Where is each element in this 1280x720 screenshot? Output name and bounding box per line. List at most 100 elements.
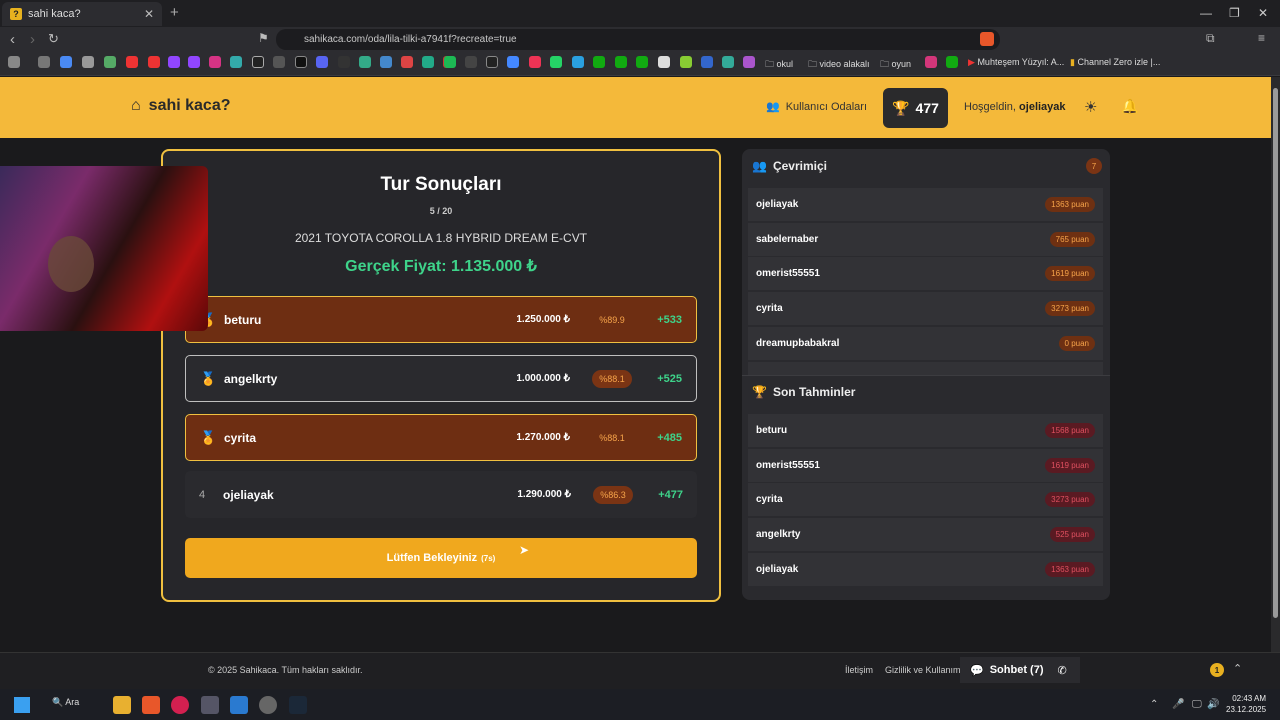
obs-icon[interactable] [259, 696, 277, 714]
accuracy-badge: %88.1 [592, 369, 632, 388]
online-user-row-partial[interactable] [748, 362, 1103, 375]
tray-overflow-icon[interactable]: ⌃ [1150, 699, 1158, 710]
bookmark-folder-okul[interactable]: 🗀 okul [765, 57, 793, 73]
restore-icon[interactable]: ❐ [1229, 6, 1240, 20]
bookmark-shortcut-icon[interactable] [701, 56, 713, 68]
tiktok-icon[interactable] [295, 56, 307, 68]
users-icon: 👥 [766, 101, 780, 113]
recent-guess-row[interactable]: beturu 1568 puan [748, 414, 1103, 447]
twitch-icon[interactable] [188, 56, 200, 68]
history-icon[interactable] [38, 56, 50, 68]
username: ojeliayak [1019, 101, 1066, 113]
online-user-row[interactable]: ojeliayak 1363 puan [748, 188, 1103, 221]
taskbar-search[interactable]: 🔍 Ara [52, 697, 79, 708]
player-name: beturu [224, 312, 262, 327]
apps-icon[interactable] [8, 56, 20, 68]
please-wait-button[interactable]: Lütfen Bekleyiniz (7s) [185, 538, 697, 578]
bookmark-shortcut-icon[interactable] [380, 56, 392, 68]
taskbar-clock[interactable]: 02:43 AM 23.12.2025 [1226, 693, 1266, 715]
mic-icon[interactable]: 🎤 [1172, 699, 1184, 710]
volume-icon[interactable]: 🔊 [1207, 699, 1219, 710]
minimize-icon[interactable]: — [1200, 6, 1212, 20]
reload-icon[interactable]: ↻ [48, 31, 59, 47]
instagram-icon[interactable] [209, 56, 221, 68]
gmail-icon[interactable] [401, 56, 413, 68]
bookmark-shortcut-icon[interactable] [722, 56, 734, 68]
phone-icon[interactable]: ✆ [1057, 664, 1066, 677]
network-icon[interactable]: 🖵 [1192, 699, 1202, 710]
telegram-icon[interactable] [572, 56, 584, 68]
points-earned: +477 [658, 488, 683, 501]
bookmark-folder-video[interactable]: 🗀 video alakalı [808, 57, 870, 73]
back-icon[interactable]: ‹ [10, 31, 15, 48]
score-badge[interactable]: 🏆 477 [883, 88, 948, 128]
bookmark-shortcut-icon[interactable] [338, 56, 350, 68]
steam-icon[interactable] [289, 696, 307, 714]
online-user-row[interactable]: sabelernaber 765 puan [748, 223, 1103, 256]
browser-tab[interactable]: ? sahi kaca? ✕ [2, 2, 162, 26]
bookmark-shortcut-icon[interactable] [273, 56, 285, 68]
whatsapp-icon[interactable] [550, 56, 562, 68]
recent-guess-row[interactable]: angelkrty 525 puan [748, 518, 1103, 551]
home-icon: ⌂ [131, 97, 141, 114]
github-icon[interactable] [486, 56, 498, 68]
bookmark-shortcut-icon[interactable] [230, 56, 242, 68]
forward-icon[interactable]: › [30, 31, 35, 48]
url-input[interactable]: sahikaca.com/oda/lila-tilki-a7941f?recre… [276, 29, 1000, 50]
photos-icon[interactable] [230, 696, 248, 714]
menu-icon[interactable]: ≡ [1258, 31, 1265, 45]
bookmark-shortcut-icon[interactable] [82, 56, 94, 68]
kick-icon[interactable] [946, 56, 958, 68]
theme-toggle-sun-icon[interactable]: ☀ [1084, 98, 1097, 116]
recent-guess-row[interactable]: cyrita 3273 puan [748, 483, 1103, 516]
online-user-row[interactable]: dreamupbabakral 0 puan [748, 327, 1103, 360]
discord-icon[interactable] [316, 56, 328, 68]
recent-user-name: ojeliayak [756, 564, 799, 575]
contact-link[interactable]: İletişim [845, 665, 873, 675]
extensions-icon[interactable]: ⧉ [1206, 31, 1215, 46]
spotify-icon[interactable] [444, 56, 456, 68]
youtube-icon[interactable] [126, 56, 138, 68]
scrollbar-thumb[interactable] [1273, 88, 1278, 618]
bookmark-folder-oyun[interactable]: 🗀 oyun [880, 57, 911, 73]
close-window-icon[interactable]: ✕ [1258, 6, 1268, 20]
online-user-row[interactable]: omerist55551 1619 puan [748, 257, 1103, 290]
youtube-icon[interactable] [148, 56, 160, 68]
kick-icon[interactable] [593, 56, 605, 68]
privacy-link[interactable]: Gizlilik ve Kullanım [885, 665, 961, 675]
kick-icon[interactable] [615, 56, 627, 68]
bookmark-shortcut-icon[interactable] [465, 56, 477, 68]
online-user-row[interactable]: cyrita 3273 puan [748, 292, 1103, 325]
taskbar-app-icon[interactable] [201, 696, 219, 714]
brave-shield-icon[interactable] [980, 32, 994, 46]
bookmark-icon[interactable]: ⚑ [258, 31, 269, 45]
bookmark-shortcut-icon[interactable] [507, 56, 519, 68]
file-explorer-icon[interactable] [113, 696, 131, 714]
notification-bell-icon[interactable]: 🔔 [1121, 98, 1138, 115]
google-icon[interactable] [60, 56, 72, 68]
new-tab-icon[interactable]: + [170, 4, 179, 21]
media-player-icon[interactable] [171, 696, 189, 714]
bookmark-shortcut-icon[interactable] [925, 56, 937, 68]
bookmark-muhtesem[interactable]: ▶ Muhteşem Yüzyıl: A... [968, 57, 1064, 68]
bookmark-shortcut-icon[interactable] [529, 56, 541, 68]
chat-button[interactable]: 💬 Sohbet (7) ✆ [960, 657, 1080, 683]
close-tab-icon[interactable]: ✕ [144, 7, 154, 21]
user-rooms-link[interactable]: 👥 Kullanıcı Odaları [766, 100, 867, 114]
recent-guess-row[interactable]: ojeliayak 1363 puan [748, 553, 1103, 586]
kick-icon[interactable] [636, 56, 648, 68]
bookmark-shortcut-icon[interactable] [104, 56, 116, 68]
drive-icon[interactable] [422, 56, 434, 68]
bookmark-channel-zero[interactable]: ▮ Channel Zero izle |... [1070, 57, 1160, 68]
bookmark-shortcut-icon[interactable] [743, 56, 755, 68]
x-icon[interactable] [252, 56, 264, 68]
bookmark-shortcut-icon[interactable] [359, 56, 371, 68]
site-logo[interactable]: ⌂ sahi kaca? [131, 97, 231, 115]
bookmark-shortcut-icon[interactable] [680, 56, 692, 68]
twitch-icon[interactable] [168, 56, 180, 68]
bookmark-shortcut-icon[interactable] [658, 56, 670, 68]
chevron-up-icon[interactable]: ⌃ [1233, 662, 1242, 675]
brave-browser-icon[interactable] [142, 696, 160, 714]
windows-start-icon[interactable] [14, 697, 30, 713]
recent-guess-row[interactable]: omerist55551 1619 puan [748, 449, 1103, 482]
